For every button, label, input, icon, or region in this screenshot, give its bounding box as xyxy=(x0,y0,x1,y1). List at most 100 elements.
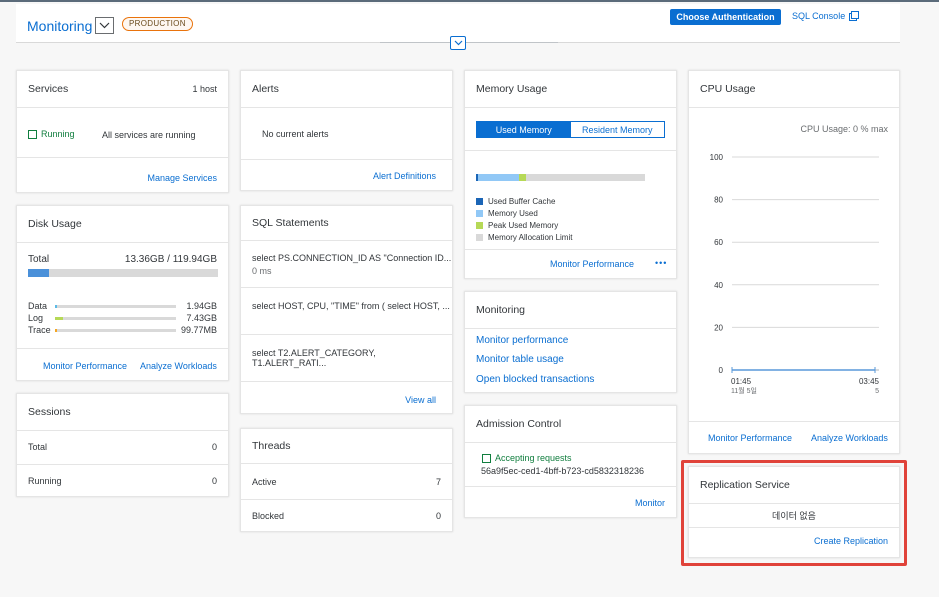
disk-usage-title: Disk Usage xyxy=(28,218,82,230)
divider xyxy=(241,287,452,288)
cpu-usage-card: CPU Usage CPU Usage: 0 % max 100 80 60 40 20… xyxy=(688,70,900,454)
monitor-performance-link[interactable]: Monitor Performance xyxy=(43,361,127,371)
divider xyxy=(241,159,452,160)
tab-resident-memory[interactable]: Resident Memory xyxy=(570,122,664,137)
admission-status: Accepting requests xyxy=(482,453,572,464)
admission-status-label: Accepting requests xyxy=(495,453,572,463)
sessions-card: Sessions Total 0 Running 0 xyxy=(16,393,229,497)
sql-statements-title: SQL Statements xyxy=(252,217,329,229)
cpu-usage-chart: 100 80 60 40 20 0 01:4511월 5일 03:45 5 xyxy=(710,153,880,395)
disk-row-bar xyxy=(55,329,176,332)
analyze-workloads-link[interactable]: Analyze Workloads xyxy=(140,361,217,371)
divider xyxy=(465,249,676,250)
sessions-running-value: 0 xyxy=(211,476,217,486)
threads-active-value: 7 xyxy=(435,477,441,487)
y-tick-label: 0 xyxy=(719,366,724,375)
legend-label: Peak Used Memory xyxy=(488,221,559,230)
legend-label: Used Buffer Cache xyxy=(488,197,556,206)
monitor-performance-link[interactable]: Monitor Performance xyxy=(708,433,792,443)
disk-row-label: Log xyxy=(28,313,44,323)
threads-title: Threads xyxy=(252,440,291,452)
alerts-card: Alerts No current alerts Alert Definitio… xyxy=(240,70,453,191)
alerts-title: Alerts xyxy=(252,83,279,95)
sessions-total-label: Total xyxy=(28,442,48,452)
divider xyxy=(17,430,228,431)
view-all-link[interactable]: View all xyxy=(405,395,436,405)
cpu-usage-title: CPU Usage xyxy=(700,83,756,95)
divider xyxy=(689,107,899,108)
monitor-table-usage-link[interactable]: Monitor table usage xyxy=(476,354,564,365)
disk-total-fill xyxy=(28,269,50,277)
disk-total-bar xyxy=(28,269,218,277)
disk-row-value: 1.94GB xyxy=(186,301,217,311)
divider xyxy=(465,486,676,487)
cpu-max-label: CPU Usage: 0 % max xyxy=(800,124,888,134)
divider xyxy=(17,464,228,465)
disk-row-fill xyxy=(55,317,63,320)
divider xyxy=(241,499,452,500)
alerts-message: No current alerts xyxy=(262,129,329,139)
services-card: Services 1 host Running All services are… xyxy=(16,70,229,193)
disk-total-label: Total xyxy=(28,254,50,265)
disk-usage-card: Disk Usage Total 13.36GB / 119.94GB Data… xyxy=(16,205,229,381)
disk-row-bar xyxy=(55,305,176,308)
disk-total-value: 13.36GB / 119.94GB xyxy=(124,254,217,265)
legend-memory-used: Memory Used xyxy=(476,209,538,218)
more-options-button[interactable]: ••• xyxy=(655,258,667,268)
sql-statement-item[interactable]: select HOST, CPU, "TIME" from ( select H… xyxy=(252,301,450,311)
memory-bar xyxy=(476,174,645,181)
sql-console-link[interactable]: SQL Console xyxy=(792,11,860,21)
y-tick-label: 80 xyxy=(714,196,723,205)
monitor-performance-link[interactable]: Monitor performance xyxy=(476,335,568,346)
highlight-box xyxy=(681,460,907,566)
admission-control-card: Admission Control Accepting requests 56a… xyxy=(464,405,677,518)
legend-allocation-limit: Memory Allocation Limit xyxy=(476,233,572,242)
x-tick-label: 01:45 xyxy=(731,377,752,386)
divider xyxy=(17,157,228,158)
alert-definitions-link[interactable]: Alert Definitions xyxy=(373,171,436,181)
disk-row-bar xyxy=(55,317,176,320)
production-badge: PRODUCTION xyxy=(122,17,193,31)
services-status-text: All services are running xyxy=(102,130,196,140)
external-link-icon xyxy=(849,11,860,21)
disk-row-fill xyxy=(55,329,58,332)
legend-peak-used: Peak Used Memory xyxy=(476,221,558,230)
manage-services-link[interactable]: Manage Services xyxy=(147,173,217,183)
tab-used-memory[interactable]: Used Memory xyxy=(477,122,571,137)
sql-console-label: SQL Console xyxy=(792,11,846,21)
choose-authentication-button[interactable]: Choose Authentication xyxy=(670,9,781,25)
memory-usage-card: Memory Usage Used Memory Resident Memory… xyxy=(464,70,677,279)
legend-swatch xyxy=(476,222,483,229)
threads-active-label: Active xyxy=(252,477,277,487)
memory-toggle: Used Memory Resident Memory xyxy=(476,121,665,138)
sql-statement-item[interactable]: select T2.ALERT_CATEGORY, T1.ALERT_RATI.… xyxy=(252,348,452,368)
sql-statements-card: SQL Statements select PS.CONNECTION_ID A… xyxy=(240,205,453,414)
disk-row-label: Data xyxy=(28,301,48,311)
collapse-header-button[interactable] xyxy=(450,36,466,50)
view-switch-button[interactable] xyxy=(95,17,115,34)
monitor-link[interactable]: Monitor xyxy=(635,498,665,508)
disk-row-fill xyxy=(55,305,58,308)
monitor-performance-link[interactable]: Monitor Performance xyxy=(550,259,634,269)
y-tick-label: 40 xyxy=(714,281,723,290)
divider xyxy=(689,421,899,422)
divider xyxy=(17,242,228,243)
open-blocked-transactions-link[interactable]: Open blocked transactions xyxy=(476,374,594,385)
x-tick-label: 11월 5일 xyxy=(731,386,757,395)
admission-control-title: Admission Control xyxy=(476,418,562,430)
top-shell-bar xyxy=(0,0,939,2)
disk-row-value: 7.43GB xyxy=(186,313,217,323)
admission-id: 56a9f5ec-ced1-4bff-b723-cd5832318236 xyxy=(481,466,644,476)
sql-statement-text: select PS.CONNECTION_ID AS "Connection I… xyxy=(252,253,452,263)
analyze-workloads-link[interactable]: Analyze Workloads xyxy=(811,433,888,443)
sql-statement-duration: 0 ms xyxy=(252,266,272,276)
divider xyxy=(17,348,228,349)
y-tick-label: 60 xyxy=(714,238,723,247)
x-tick-label: 03:45 xyxy=(859,377,880,386)
sessions-running-label: Running xyxy=(28,476,62,486)
divider xyxy=(241,463,452,464)
disk-row-label: Trace xyxy=(28,325,51,335)
host-count: 1 host xyxy=(192,84,217,94)
y-tick-label: 100 xyxy=(710,153,724,162)
page-title: Monitoring xyxy=(27,17,93,34)
